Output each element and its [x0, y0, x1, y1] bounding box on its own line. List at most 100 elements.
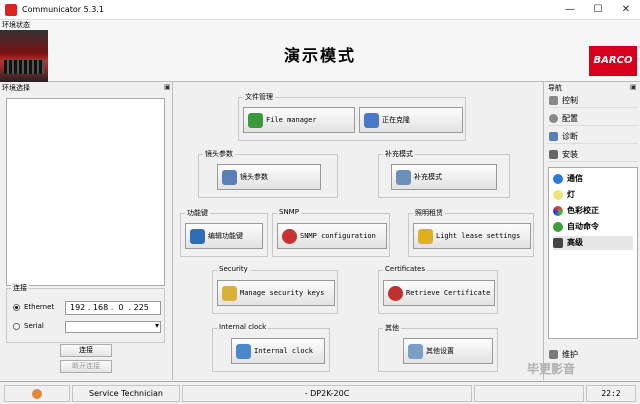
lens-parameters-button[interactable]: 镜头参数: [217, 164, 321, 190]
minimize-button[interactable]: —: [556, 2, 584, 18]
connection-title: 连接: [11, 283, 29, 293]
user-cell[interactable]: [4, 385, 70, 402]
title-bar: Communicator 5.3.1 — ☐ ✕: [0, 0, 640, 20]
lighting-lease-title: 照明租赁: [413, 208, 445, 218]
status-bar: Service Technician - DP2K-20C 22:2: [0, 381, 640, 404]
close-button[interactable]: ✕: [612, 2, 640, 18]
pin-icon[interactable]: ▣: [164, 83, 171, 91]
other-group: 其他 其他设置: [378, 323, 498, 372]
projector-model: - DP2K-20C: [182, 385, 472, 402]
internal-clock-label: Internal clock: [254, 347, 314, 355]
lens-parameters-label: 镜头参数: [240, 173, 268, 181]
serial-port-select[interactable]: [65, 321, 161, 333]
clone-document-icon: [364, 113, 379, 128]
sub-item-color-correction[interactable]: 色彩校正: [553, 204, 599, 218]
user-icon: [32, 389, 42, 399]
connect-button[interactable]: 连接: [60, 344, 112, 357]
window-title: Communicator 5.3.1: [22, 5, 104, 14]
watermark-text: 毕更影音: [527, 362, 576, 376]
supplement-mode-button[interactable]: 补充模式: [391, 164, 497, 190]
certificates-group: Certificates Retrieve Certificate: [378, 265, 498, 314]
nav-item-install[interactable]: 安装: [548, 147, 638, 162]
env-status-label: 环境状态: [2, 21, 30, 29]
certificates-title: Certificates: [383, 265, 428, 273]
status-empty-cell: [474, 385, 584, 402]
ip-address-input[interactable]: 192 . 168 . 0 . 225: [65, 301, 161, 315]
file-manager-label: File manager: [266, 116, 317, 124]
function-keys-title: 功能键: [185, 208, 210, 218]
security-title: Security: [217, 265, 250, 273]
color-wheel-icon: [553, 206, 563, 216]
edit-function-keys-button[interactable]: 编辑功能键: [185, 223, 263, 249]
clone-label: 正在克隆: [382, 116, 410, 124]
nav-item-maintenance-label: 维护: [562, 350, 578, 359]
serial-radio[interactable]: [13, 323, 20, 330]
brand-logo: BARCO: [589, 46, 637, 76]
light-lease-settings-button[interactable]: Light lease settings: [413, 223, 531, 249]
file-management-title: 文件管理: [243, 92, 275, 102]
security-group: Security Manage security keys: [212, 265, 338, 314]
app-icon: [5, 4, 17, 16]
sub-item-auto-command[interactable]: 自动命令: [553, 220, 599, 234]
lighting-lease-group: 照明租赁 Light lease settings: [408, 208, 534, 257]
settings-document-icon: [408, 344, 423, 359]
connection-group: 连接 Ethernet 192 . 168 . 0 . 225 Serial: [6, 283, 165, 343]
other-title: 其他: [383, 323, 401, 333]
file-transfer-icon: [248, 113, 263, 128]
retrieve-certificate-label: Retrieve Certificate: [406, 289, 491, 297]
user-role: Service Technician: [72, 385, 180, 402]
clone-button[interactable]: 正在克隆: [359, 107, 463, 133]
supplement-mode-title: 补充模式: [383, 149, 415, 159]
light-lease-settings-label: Light lease settings: [436, 232, 521, 240]
lamp-icon: [553, 190, 563, 200]
status-banner: 环境状态 演示模式 BARCO: [0, 20, 640, 82]
retrieve-certificate-button[interactable]: Retrieve Certificate: [383, 280, 495, 306]
disconnect-button[interactable]: 断开连接: [60, 360, 112, 373]
key-icon: [418, 229, 433, 244]
file-manager-button[interactable]: File manager: [243, 107, 355, 133]
sub-item-communication[interactable]: 通信: [553, 172, 583, 186]
install-icon: [549, 150, 558, 159]
calendar-clock-icon: [236, 344, 251, 359]
function-keys-group: 功能键 编辑功能键: [180, 208, 268, 257]
nav-item-diagnostics[interactable]: 诊断: [548, 129, 638, 144]
globe-icon: [553, 174, 563, 184]
certificate-badge-icon: [388, 286, 403, 301]
nav-item-diagnostics-label: 诊断: [562, 132, 578, 141]
navigation-pin-icon[interactable]: ▣: [630, 83, 637, 91]
nav-item-config[interactable]: 配置: [548, 111, 638, 126]
install-submenu: 通信 灯 色彩校正 自动命令 高级: [548, 167, 638, 339]
other-settings-button[interactable]: 其他设置: [403, 338, 493, 364]
internal-clock-group: Internal clock Internal clock: [212, 323, 330, 372]
lens-icon: [222, 170, 237, 185]
environment-list[interactable]: [6, 98, 165, 286]
sub-item-color-correction-label: 色彩校正: [567, 206, 599, 215]
environment-panel-title: 环境选择: [2, 84, 30, 92]
sub-item-communication-label: 通信: [567, 174, 583, 183]
snmp-configuration-button[interactable]: SNMP configuration: [277, 223, 387, 249]
manage-security-keys-button[interactable]: Manage security keys: [217, 280, 335, 306]
internal-clock-button[interactable]: Internal clock: [231, 338, 325, 364]
sub-item-advanced[interactable]: 高级: [553, 236, 633, 250]
ethernet-radio[interactable]: [13, 304, 20, 311]
control-icon: [549, 96, 558, 105]
nav-item-control[interactable]: 控制: [548, 93, 638, 108]
nav-item-config-label: 配置: [562, 114, 578, 123]
edit-function-keys-label: 编辑功能键: [208, 232, 243, 240]
snmp-group: SNMP SNMP configuration: [272, 208, 390, 257]
supplement-mode-label: 补充模式: [414, 173, 442, 181]
navigation-panel: 导航 ▣ 控制 配置 诊断 安装 通信 灯 色彩校正 自动命令 高级 维护: [543, 82, 640, 380]
sub-item-lamp[interactable]: 灯: [553, 188, 575, 202]
sub-item-lamp-label: 灯: [567, 190, 575, 199]
nav-item-install-label: 安装: [562, 150, 578, 159]
keyboard-icon: [190, 229, 205, 244]
snmp-title: SNMP: [277, 208, 301, 216]
advanced-tools-icon: [553, 238, 563, 248]
gear-icon: [549, 114, 558, 123]
manage-security-keys-label: Manage security keys: [240, 289, 325, 297]
clock-readout: 22:2: [586, 385, 636, 402]
maintenance-icon: [549, 350, 558, 359]
projector-icon: [396, 170, 411, 185]
maximize-button[interactable]: ☐: [584, 2, 612, 18]
snmp-icon: [282, 229, 297, 244]
